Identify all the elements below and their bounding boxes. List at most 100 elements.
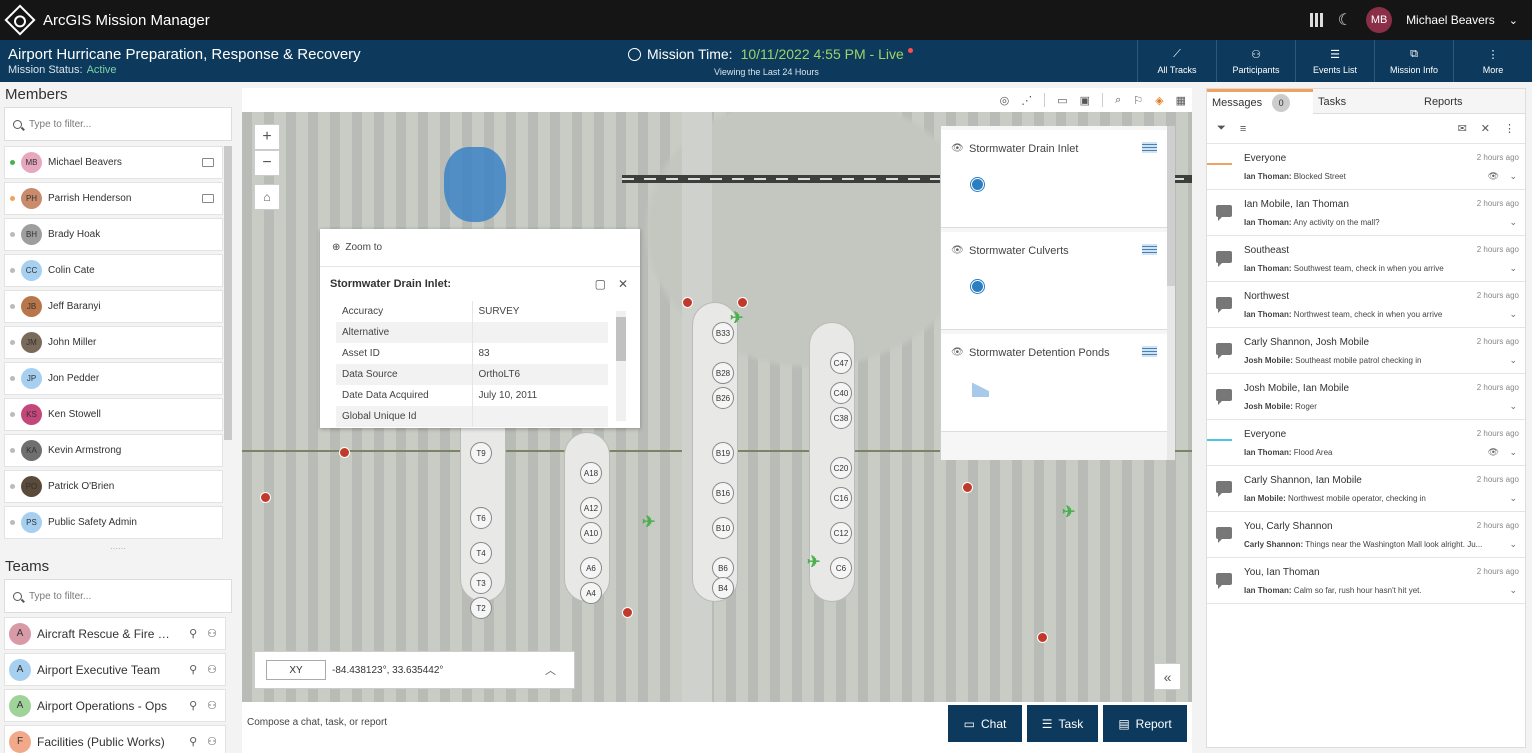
- gate-marker[interactable]: B26: [712, 387, 734, 409]
- chevron-down-icon[interactable]: ⌄: [1509, 539, 1517, 550]
- incident-marker[interactable]: [962, 482, 973, 493]
- nav-all-tracks-button[interactable]: ⟋ All Tracks: [1137, 40, 1216, 82]
- visibility-eye-icon[interactable]: 👁: [951, 143, 964, 154]
- team-row[interactable]: A Aircraft Rescue & Fire Fighting ⚲ ⚇: [4, 617, 226, 650]
- mark-read-icon[interactable]: ✉: [1458, 122, 1467, 135]
- tab-messages[interactable]: Messages 0: [1207, 89, 1313, 114]
- dark-mode-icon[interactable]: ☾: [1338, 10, 1352, 30]
- gate-marker[interactable]: A18: [580, 462, 602, 484]
- chevron-down-icon[interactable]: ⌄: [1509, 355, 1517, 366]
- report-button[interactable]: ▤ Report: [1103, 705, 1187, 742]
- chevron-down-icon[interactable]: ⌄: [1509, 585, 1517, 596]
- coordinate-mode-button[interactable]: XY: [266, 660, 326, 680]
- member-row[interactable]: PH Parrish Henderson: [4, 182, 223, 215]
- message-item[interactable]: Southeast 2 hours ago Ian Thoman: Southwes…: [1207, 236, 1525, 282]
- incident-marker[interactable]: [339, 447, 350, 458]
- gate-marker[interactable]: C40: [830, 382, 852, 404]
- member-row[interactable]: JP Jon Pedder: [4, 362, 223, 395]
- filter-icon[interactable]: ⏷: [1217, 122, 1226, 135]
- bookmark-icon[interactable]: ⚐: [1133, 94, 1143, 107]
- message-item[interactable]: Northwest 2 hours ago Ian Thoman: Northwes…: [1207, 282, 1525, 328]
- chevron-down-icon[interactable]: ⌄: [1509, 217, 1517, 228]
- member-row[interactable]: KA Kevin Armstrong: [4, 434, 223, 467]
- chat-button[interactable]: ▭ Chat: [948, 705, 1022, 742]
- qr-code-icon[interactable]: [1309, 13, 1324, 27]
- message-item[interactable]: You, Ian Thoman 2 hours ago Ian Thoman: Ca…: [1207, 558, 1525, 604]
- members-scrollbar[interactable]: [224, 146, 232, 440]
- nav-events-list-button[interactable]: ☰ Events List: [1295, 40, 1374, 82]
- gate-marker[interactable]: B16: [712, 482, 734, 504]
- more-icon[interactable]: ⋮: [1504, 122, 1515, 135]
- layer-menu-icon[interactable]: [1142, 142, 1157, 153]
- message-item[interactable]: Everyone 2 hours ago Ian Thoman: Blocked S…: [1207, 144, 1525, 190]
- gate-marker[interactable]: C38: [830, 407, 852, 429]
- gate-marker[interactable]: A4: [580, 582, 602, 604]
- sort-icon[interactable]: ≡: [1240, 123, 1246, 135]
- measure-icon[interactable]: ▭: [1057, 94, 1067, 107]
- aircraft-icon[interactable]: ✈: [642, 512, 655, 532]
- team-members-icon[interactable]: ⚇: [207, 735, 217, 748]
- member-row[interactable]: PS Public Safety Admin: [4, 506, 223, 539]
- location-pin-icon[interactable]: ⚲: [189, 627, 197, 640]
- message-item[interactable]: Ian Mobile, Ian Thoman 2 hours ago Ian Tho…: [1207, 190, 1525, 236]
- home-button[interactable]: ⌂: [254, 184, 280, 210]
- gate-marker[interactable]: C6: [830, 557, 852, 579]
- location-pin-icon[interactable]: ⚲: [189, 663, 197, 676]
- show-on-map-eye-icon[interactable]: 👁: [1488, 171, 1499, 182]
- message-item[interactable]: You, Carly Shannon 2 hours ago Carly Shann…: [1207, 512, 1525, 558]
- aircraft-icon[interactable]: ✈: [807, 552, 820, 572]
- popup-scrollbar[interactable]: [616, 311, 626, 421]
- incident-marker[interactable]: [622, 607, 633, 618]
- gate-marker[interactable]: B10: [712, 517, 734, 539]
- team-row[interactable]: F Facilities (Public Works) ⚲ ⚇: [4, 725, 226, 753]
- message-item[interactable]: Josh Mobile, Ian Mobile 2 hours ago Josh M…: [1207, 374, 1525, 420]
- zoom-out-button[interactable]: −: [254, 150, 280, 176]
- gate-marker[interactable]: T2: [470, 597, 492, 619]
- device-icon[interactable]: [202, 194, 214, 203]
- panel-splitter[interactable]: ⋯⋯: [0, 545, 236, 553]
- incident-marker[interactable]: [1037, 632, 1048, 643]
- zoom-in-button[interactable]: +: [254, 124, 280, 150]
- incident-marker[interactable]: [682, 297, 693, 308]
- dock-icon[interactable]: ▢: [595, 277, 606, 291]
- share-icon[interactable]: ⋰: [1021, 94, 1032, 107]
- member-row[interactable]: BH Brady Hoak: [4, 218, 223, 251]
- chevron-down-icon[interactable]: ⌄: [1509, 263, 1517, 274]
- member-row[interactable]: JM John Miller: [4, 326, 223, 359]
- chevron-down-icon[interactable]: ⌄: [1509, 401, 1517, 412]
- chevron-up-icon[interactable]: ︿: [545, 662, 556, 678]
- incident-marker[interactable]: [260, 492, 271, 503]
- team-members-icon[interactable]: ⚇: [207, 663, 217, 676]
- visibility-eye-icon[interactable]: 👁: [951, 347, 964, 358]
- gate-marker[interactable]: A10: [580, 522, 602, 544]
- gate-marker[interactable]: B6: [712, 557, 734, 579]
- chevron-down-icon[interactable]: ⌄: [1509, 447, 1517, 458]
- task-button[interactable]: ☰ Task: [1027, 705, 1098, 742]
- message-item[interactable]: Everyone 2 hours ago Ian Thoman: Flood Are…: [1207, 420, 1525, 466]
- gate-marker[interactable]: C47: [830, 352, 852, 374]
- gate-marker[interactable]: T6: [470, 507, 492, 529]
- layer-menu-icon[interactable]: [1142, 346, 1157, 357]
- gate-marker[interactable]: T9: [470, 442, 492, 464]
- chevron-down-icon[interactable]: ⌄: [1509, 171, 1517, 182]
- basemap-icon[interactable]: ▦: [1176, 94, 1186, 107]
- gate-marker[interactable]: T4: [470, 542, 492, 564]
- message-item[interactable]: Carly Shannon, Josh Mobile 2 hours ago Jos…: [1207, 328, 1525, 374]
- show-on-map-eye-icon[interactable]: 👁: [1488, 447, 1499, 458]
- clear-icon[interactable]: ✕: [1481, 122, 1490, 135]
- locate-icon[interactable]: ◎: [1000, 94, 1010, 107]
- gate-marker[interactable]: B28: [712, 362, 734, 384]
- member-row[interactable]: PO Patrick O'Brien: [4, 470, 223, 503]
- gate-marker[interactable]: C12: [830, 522, 852, 544]
- team-row[interactable]: A Airport Executive Team ⚲ ⚇: [4, 653, 226, 686]
- user-avatar[interactable]: MB: [1366, 7, 1393, 33]
- collapse-panel-button[interactable]: «: [1154, 663, 1181, 690]
- visibility-eye-icon[interactable]: 👁: [951, 245, 964, 256]
- message-item[interactable]: Carly Shannon, Ian Mobile 2 hours ago Ian …: [1207, 466, 1525, 512]
- location-pin-icon[interactable]: ⚲: [189, 699, 197, 712]
- chevron-down-icon[interactable]: ⌄: [1509, 309, 1517, 320]
- nav-mission-info-button[interactable]: ⧉ Mission Info: [1374, 40, 1453, 82]
- member-row[interactable]: KS Ken Stowell: [4, 398, 223, 431]
- gate-marker[interactable]: B19: [712, 442, 734, 464]
- user-name[interactable]: Michael Beavers: [1406, 13, 1495, 27]
